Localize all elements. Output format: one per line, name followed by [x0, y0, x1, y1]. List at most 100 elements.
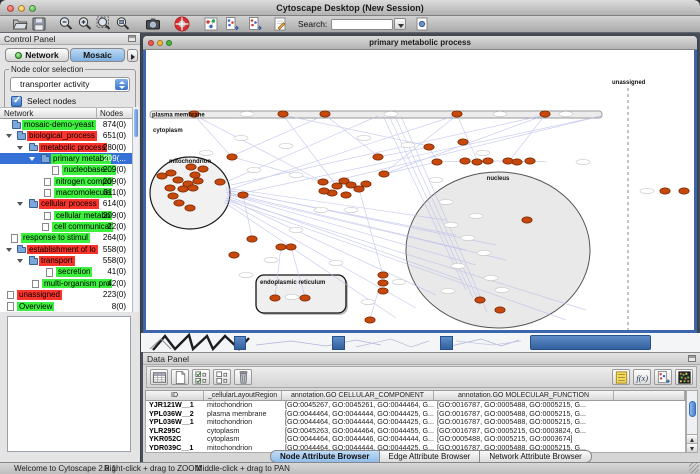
attribute-table-header[interactable]: ID_cellularLayoutRegionannotation.GO CEL…	[145, 390, 686, 401]
tree-item[interactable]: cell communicat22(0)	[0, 221, 133, 232]
window-fragment[interactable]	[332, 336, 345, 350]
graph-node[interactable]	[227, 154, 237, 160]
table-scrollbar[interactable]	[686, 390, 698, 453]
graph-node[interactable]	[165, 185, 175, 191]
tree-item[interactable]: cellular process614(0)	[0, 198, 133, 209]
tree-item[interactable]: establishment of lo558(0)	[0, 244, 133, 255]
tree-column-nodes[interactable]: Nodes	[100, 109, 123, 118]
search-options-icon[interactable]	[414, 16, 430, 32]
expand-triangle-icon[interactable]	[17, 202, 23, 206]
graph-node[interactable]	[215, 179, 225, 185]
graph-node[interactable]	[458, 139, 468, 145]
expand-triangle-icon[interactable]	[17, 146, 23, 150]
graph-node[interactable]	[190, 172, 200, 178]
create-attribute-icon[interactable]	[171, 369, 189, 385]
tree-item[interactable]: nitrogen compo209(0)	[0, 176, 133, 187]
graph-node[interactable]	[472, 159, 482, 165]
select-all-attributes-icon[interactable]	[192, 369, 210, 385]
graph-node[interactable]	[354, 186, 364, 192]
tree-item[interactable]: primary metabo209(...	[0, 153, 133, 164]
table-row[interactable]: YLR295Ccytoplasm[GO:0045263, GO:0044464,…	[146, 427, 685, 436]
tree-item[interactable]: nucleobase-...209(0)	[0, 164, 133, 175]
graph-node[interactable]	[424, 144, 434, 150]
graph-node[interactable]	[452, 111, 462, 117]
graph-node[interactable]	[540, 111, 550, 117]
zoom-window-icon[interactable]	[166, 40, 172, 46]
graph-node[interactable]	[166, 170, 176, 176]
graph-node[interactable]	[198, 166, 208, 172]
import-attributes-icon[interactable]	[654, 369, 672, 385]
graph-node[interactable]	[157, 173, 167, 179]
node-color-dropdown[interactable]: transporter activity	[10, 77, 130, 92]
graph-node[interactable]	[319, 188, 329, 194]
graph-node[interactable]	[373, 154, 383, 160]
graph-node[interactable]	[286, 244, 296, 250]
scroll-down-icon[interactable]	[687, 443, 697, 452]
column-header[interactable]: _cellularLayoutRegion	[204, 391, 282, 400]
tree-item[interactable]: biological_process651(0)	[0, 130, 133, 141]
tree-item[interactable]: macromolecule311(0)	[0, 187, 133, 198]
window-fragment[interactable]	[530, 335, 651, 350]
window-fragment[interactable]	[440, 336, 453, 350]
tree-item[interactable]: cellular metabo209(0)	[0, 210, 133, 221]
graph-node[interactable]	[522, 217, 532, 223]
resize-grip[interactable]	[689, 463, 699, 473]
snapshot-icon[interactable]	[145, 16, 161, 32]
expand-triangle-icon[interactable]	[29, 157, 35, 161]
graph-node[interactable]	[185, 205, 195, 211]
window-fragment[interactable]	[234, 336, 246, 350]
graph-node[interactable]	[174, 200, 184, 206]
graph-node[interactable]	[495, 307, 505, 313]
graph-node[interactable]	[475, 297, 485, 303]
graph-node[interactable]	[278, 111, 288, 117]
window-titlebar[interactable]: Cytoscape Desktop (New Session)	[0, 0, 700, 16]
graph-node[interactable]	[660, 188, 670, 194]
table-row[interactable]: YJR121W__1mitochondrion[GO:0045267, GO:0…	[146, 401, 685, 410]
graph-node[interactable]	[300, 295, 310, 301]
graph-node[interactable]	[460, 158, 470, 164]
graph-node[interactable]	[238, 192, 248, 198]
attribute-table[interactable]: YJR121W__1mitochondrion[GO:0045267, GO:0…	[145, 401, 686, 453]
expand-triangle-icon[interactable]	[17, 259, 23, 263]
graph-node[interactable]	[332, 183, 342, 189]
search-dropdown-button[interactable]	[394, 18, 406, 30]
attribute-list-icon[interactable]	[612, 369, 630, 385]
graph-node[interactable]	[525, 158, 535, 164]
import-network-icon[interactable]	[224, 16, 240, 32]
vizmapper-icon[interactable]	[203, 16, 219, 32]
graph-node[interactable]	[679, 188, 689, 194]
tree-column-network[interactable]: Network	[4, 109, 33, 118]
graph-node[interactable]	[361, 181, 371, 187]
scroll-up-icon[interactable]	[687, 434, 697, 443]
zoom-selected-icon[interactable]	[115, 16, 131, 32]
annotations-icon[interactable]	[272, 16, 288, 32]
help-icon[interactable]	[174, 16, 190, 32]
zoom-fit-icon[interactable]	[96, 16, 112, 32]
graph-node[interactable]	[483, 158, 493, 164]
graph-node[interactable]	[365, 317, 375, 323]
expand-triangle-icon[interactable]	[6, 248, 12, 252]
tree-item[interactable]: secretion41(0)	[0, 266, 133, 277]
tree-scrollbar[interactable]	[132, 107, 139, 312]
select-attributes-icon[interactable]	[150, 369, 168, 385]
function-builder-icon[interactable]: f(x)	[633, 369, 651, 385]
tree-item[interactable]: transport558(0)	[0, 255, 133, 266]
tree-item[interactable]: metabolic process280(0)	[0, 142, 133, 153]
float-panel-icon[interactable]	[128, 35, 136, 42]
import-attributes-icon[interactable]	[247, 16, 263, 32]
matrix-view-icon[interactable]	[675, 369, 693, 385]
graph-node[interactable]	[378, 272, 388, 278]
scrollbar-thumb[interactable]	[689, 401, 696, 417]
column-header[interactable]: ID	[146, 391, 204, 400]
graph-node[interactable]	[247, 236, 257, 242]
graph-node[interactable]	[378, 280, 388, 286]
table-row[interactable]: YKR052Ccytoplasm[GO:0044464, GO:0044446,…	[146, 435, 685, 444]
zoom-out-icon[interactable]	[58, 16, 74, 32]
tree-item[interactable]: multi-organism pro42(0)	[0, 278, 133, 289]
tree-item[interactable]: Overview8(0)	[0, 301, 133, 312]
column-header[interactable]: annotation.GO CELLULAR_COMPONENT	[282, 391, 434, 400]
graph-node[interactable]	[512, 159, 522, 165]
graph-node[interactable]	[379, 171, 389, 177]
table-row[interactable]: YPL036W__2plasma membrane[GO:0044464, GO…	[146, 410, 685, 419]
graph-node[interactable]	[173, 177, 183, 183]
